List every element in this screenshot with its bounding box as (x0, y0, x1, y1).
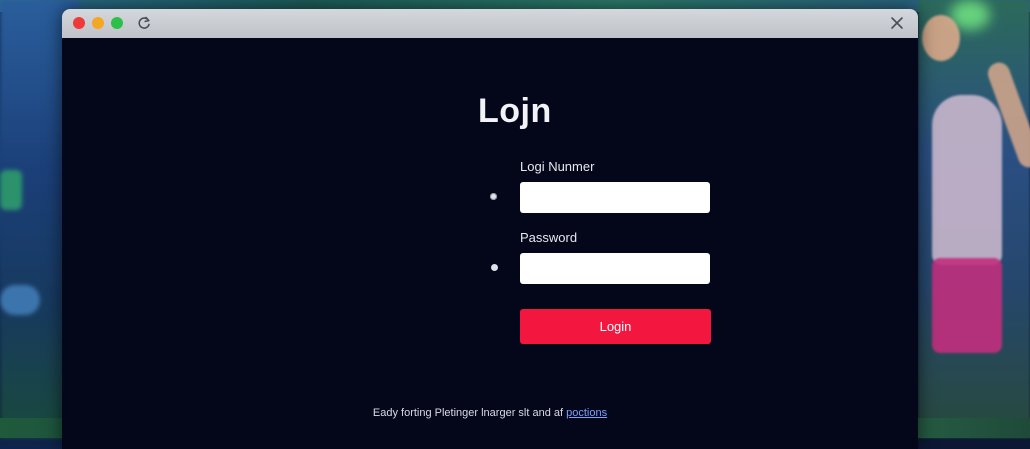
close-window-button[interactable] (73, 17, 85, 29)
login-page: Lojn Logi Nunmer Password Login Eady for… (62, 38, 918, 449)
footer-link[interactable]: poctions (566, 407, 607, 419)
login-number-label: Logi Nunmer (520, 159, 595, 174)
reload-icon[interactable] (136, 15, 152, 31)
background-blob (0, 285, 40, 315)
radio-dot-icon[interactable] (490, 193, 497, 200)
radio-dot-icon[interactable] (491, 264, 498, 271)
title-bar (62, 9, 918, 38)
background-person-shorts (932, 258, 1002, 353)
background-person-torso (932, 95, 1002, 265)
close-icon[interactable] (888, 14, 906, 32)
login-number-input[interactable] (520, 182, 710, 213)
background-blob (0, 170, 22, 210)
background-person-head (922, 15, 960, 61)
login-button[interactable]: Login (520, 309, 711, 344)
background-right (918, 0, 1030, 438)
minimize-window-button[interactable] (92, 17, 104, 29)
browser-window: Lojn Logi Nunmer Password Login Eady for… (62, 9, 918, 449)
password-input[interactable] (520, 253, 710, 284)
page-title: Lojn (478, 92, 552, 130)
maximize-window-button[interactable] (111, 17, 123, 29)
footer-message: Eady forting Pletinger lnarger slt and a… (372, 407, 564, 419)
footer-text: Eady forting Pletinger lnarger slt and a… (62, 407, 918, 419)
password-label: Password (520, 230, 578, 245)
